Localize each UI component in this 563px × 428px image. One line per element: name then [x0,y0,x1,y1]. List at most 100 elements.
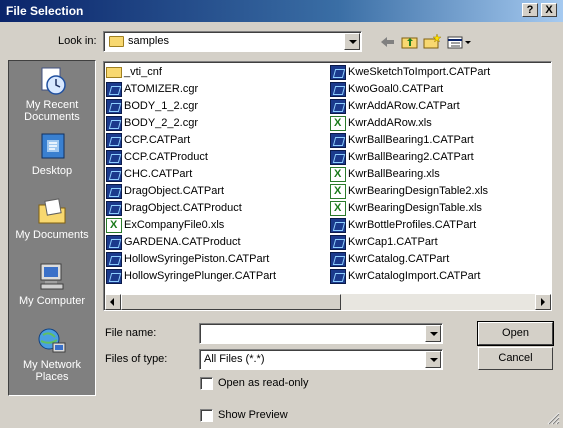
catia-file-icon [106,150,122,165]
file-name: KwrBallBearing1.CATPart [348,134,474,146]
catia-file-icon [330,218,346,233]
file-name: KwrBallBearing.xls [348,168,440,180]
scroll-left-icon[interactable] [105,294,121,310]
window-title: File Selection [6,4,84,18]
dropdown-arrow-icon[interactable] [425,325,441,342]
file-name: KwoGoal0.CATPart [348,83,444,95]
back-icon[interactable] [378,33,398,51]
place-my-documents[interactable]: My Documents [9,195,95,241]
file-name: ATOMIZER.cgr [124,83,199,95]
help-button[interactable]: ? [522,3,538,17]
file-name: DragObject.CATPart [124,185,225,197]
cancel-button[interactable]: Cancel [478,347,553,370]
new-folder-icon[interactable] [422,33,442,51]
desktop-icon [35,131,69,163]
catia-file-icon [330,150,346,165]
folder-icon [109,36,124,47]
excel-file-icon [330,201,346,216]
file-name: HollowSyringePiston.CATPart [124,253,270,265]
place-label: My Computer [18,295,86,307]
recent-documents-icon [35,65,69,97]
files-of-type-value: All Files (*.*) [204,353,265,365]
catia-file-icon [330,252,346,267]
catia-file-icon [330,269,346,284]
file-name: HollowSyringePlunger.CATPart [124,270,277,282]
file-name-input[interactable] [199,323,443,344]
file-name: KwrBottleProfiles.CATPart [348,219,477,231]
read-only-checkbox[interactable] [200,377,213,390]
catia-file-icon [106,235,122,250]
horizontal-scrollbar[interactable] [105,294,551,310]
show-preview-checkbox[interactable] [200,409,213,422]
file-name: KwrBallBearing2.CATPart [348,151,474,163]
file-name: KweSketchToImport.CATPart [348,66,491,78]
catia-file-icon [106,167,122,182]
title-bar: File Selection ? X [0,0,563,22]
file-name: BODY_2_2.cgr [124,117,198,129]
close-button[interactable]: X [541,3,557,17]
catia-file-icon [106,269,122,284]
show-preview-label: Show Preview [218,409,288,421]
catia-file-icon [106,133,122,148]
place-label: My Recent Documents [24,99,80,123]
file-name: KwrBearingDesignTable.xls [348,202,482,214]
file-name: DragObject.CATProduct [124,202,242,214]
dropdown-arrow-icon[interactable] [425,351,441,368]
place-recent-documents[interactable]: My Recent Documents [9,65,95,123]
file-name: CCP.CATProduct [124,151,208,163]
place-desktop[interactable]: Desktop [9,131,95,177]
excel-file-icon [330,116,346,131]
excel-file-icon [106,218,122,233]
places-bar: My Recent Documents Desktop My Documents… [8,60,96,396]
files-of-type-label: Files of type: [105,353,168,365]
place-network[interactable]: My Network Places [9,325,95,383]
excel-file-icon [330,167,346,182]
scroll-right-icon[interactable] [535,294,551,310]
folder-icon [106,67,122,78]
catia-file-icon [106,99,122,114]
file-name: _vti_cnf [124,66,162,78]
place-my-computer[interactable]: My Computer [9,261,95,307]
look-in-value: samples [128,35,169,47]
read-only-label: Open as read-only [218,377,309,389]
file-name: KwrCatalog.CATPart [348,253,450,265]
look-in-dropdown[interactable]: samples [103,31,362,52]
excel-file-icon [330,184,346,199]
catia-file-icon [330,133,346,148]
catia-file-icon [106,116,122,131]
catia-file-icon [106,82,122,97]
file-name: BODY_1_2.cgr [124,100,198,112]
network-places-icon [35,325,69,357]
file-name: KwrCatalogImport.CATPart [348,270,481,282]
catia-file-icon [106,184,122,199]
place-label: My Documents [15,229,89,241]
file-name: KwrCap1.CATPart [348,236,438,248]
catia-file-icon [330,99,346,114]
up-folder-icon[interactable] [400,33,420,51]
catia-file-icon [330,65,346,80]
file-name: CHC.CATPart [124,168,193,180]
file-name: CCP.CATPart [124,134,191,146]
view-menu-icon[interactable] [446,33,472,51]
catia-file-icon [330,82,346,97]
scroll-thumb[interactable] [121,294,341,310]
file-name: KwrAddARow.xls [348,117,432,129]
open-button[interactable]: Open [477,321,554,346]
file-name: KwrAddARow.CATPart [348,100,460,112]
place-label: My Network Places [22,359,82,383]
catia-file-icon [106,201,122,216]
dropdown-arrow-icon[interactable] [344,33,360,50]
file-name-label: File name: [105,327,157,339]
file-list[interactable]: _vti_cnf ATOMIZER.cgr BODY_1_2.cgr BODY_2_2… [103,61,552,311]
file-name: ExCompanyFile0.xls [124,219,225,231]
files-of-type-dropdown[interactable]: All Files (*.*) [199,349,443,370]
file-name: KwrBearingDesignTable2.xls [348,185,489,197]
catia-file-icon [330,235,346,250]
catia-file-icon [106,252,122,267]
file-name: GARDENA.CATProduct [124,236,241,248]
look-in-label: Look in: [58,35,97,47]
place-label: Desktop [31,165,73,177]
resize-grip-icon[interactable] [546,411,560,425]
my-computer-icon [35,261,69,293]
my-documents-icon [35,195,69,227]
